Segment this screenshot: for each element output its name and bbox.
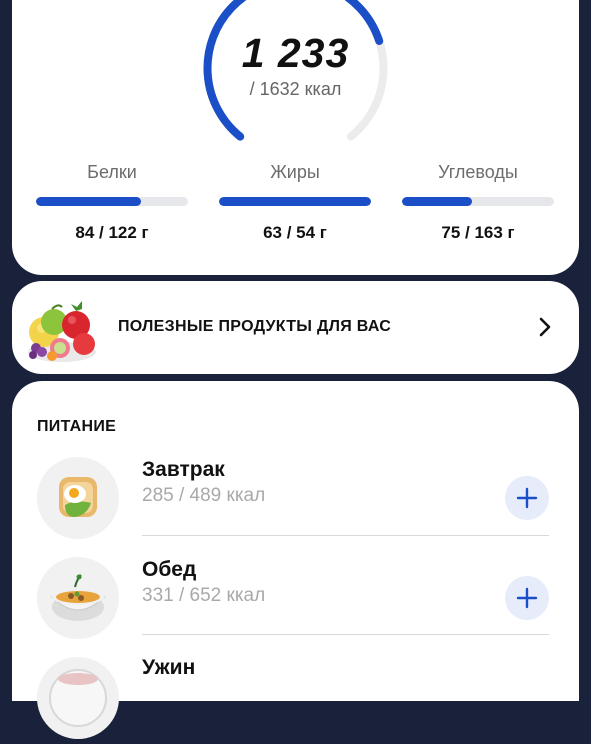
toast-egg-icon <box>37 457 119 539</box>
macro-progress-track <box>402 197 554 206</box>
macro-label: Углеводы <box>438 162 518 182</box>
plus-icon <box>516 487 538 509</box>
macro-progress-fill <box>219 197 371 206</box>
add-breakfast-button[interactable] <box>505 476 549 520</box>
macro-fat: Жиры 63 / 54 г <box>219 160 371 243</box>
nutrition-section-title: ПИТАНИЕ <box>37 418 117 435</box>
macro-progress-track <box>219 197 371 206</box>
macro-progress-fill <box>402 197 472 206</box>
macro-label: Жиры <box>270 162 320 182</box>
add-lunch-button[interactable] <box>505 576 549 620</box>
chevron-right-icon[interactable] <box>534 316 556 338</box>
meal-divider <box>142 634 549 635</box>
soup-bowl-icon <box>37 557 119 639</box>
meal-divider <box>142 535 549 536</box>
meal-kcal-breakfast: 285 / 489 ккал <box>142 485 266 506</box>
dinner-plate-icon <box>37 657 119 739</box>
macro-carbs: Углеводы 75 / 163 г <box>402 160 554 243</box>
macro-label: Белки <box>87 162 137 182</box>
fruits-icon <box>28 301 96 362</box>
meal-name-breakfast: Завтрак <box>142 458 225 481</box>
meal-name-lunch: Обед <box>142 558 197 581</box>
macro-value: 84 / 122 г <box>75 223 149 242</box>
macro-value: 75 / 163 г <box>441 223 515 242</box>
macro-progress-track <box>36 197 188 206</box>
macro-value: 63 / 54 г <box>263 223 327 242</box>
plus-icon <box>516 587 538 609</box>
macro-progress-fill <box>36 197 141 206</box>
calories-goal: / 1632 ккал <box>249 79 342 99</box>
calories-eaten: 1 233 <box>241 30 350 76</box>
healthy-products-label: ПОЛЕЗНЫЕ ПРОДУКТЫ ДЛЯ ВАС <box>118 318 392 335</box>
macro-protein: Белки 84 / 122 г <box>36 160 188 243</box>
meal-name-dinner: Ужин <box>142 656 196 679</box>
meal-kcal-lunch: 331 / 652 ккал <box>142 585 266 606</box>
